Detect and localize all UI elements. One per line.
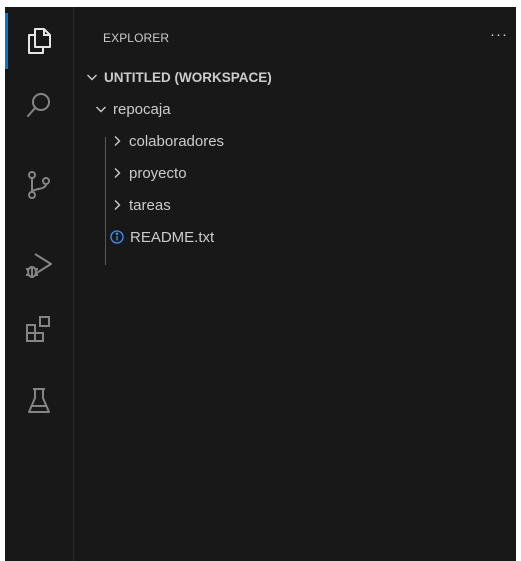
files-icon <box>28 28 51 54</box>
tree-item-label: repocaja <box>113 100 171 118</box>
tree-item-readme[interactable]: README.txt <box>74 221 516 253</box>
vscode-window: EXPLORER ··· UNTITLED (WORKSPACE) repoca… <box>5 7 516 561</box>
run-debug-icon <box>26 253 52 278</box>
extensions-icon <box>26 316 50 342</box>
sidebar-title: EXPLORER <box>103 31 170 45</box>
workspace-label: UNTITLED (WORKSPACE) <box>104 69 272 85</box>
chevron-right-icon <box>114 136 121 146</box>
activity-testing[interactable] <box>5 369 73 433</box>
tree-item-repocaja[interactable]: repocaja <box>74 93 516 125</box>
beaker-icon <box>28 388 50 413</box>
workspace-section-header[interactable]: UNTITLED (WORKSPACE) <box>74 61 516 93</box>
tree-item-tareas[interactable]: tareas <box>74 189 516 221</box>
activity-explorer[interactable] <box>5 9 73 73</box>
activity-extensions[interactable] <box>5 297 73 361</box>
search-icon <box>27 93 50 117</box>
chevron-right-icon <box>114 168 121 178</box>
chevron-down-icon <box>87 74 97 81</box>
tree-item-proyecto[interactable]: proyecto <box>74 157 516 189</box>
activity-bar <box>5 7 74 561</box>
activity-search[interactable] <box>5 73 73 137</box>
chevron-down-icon <box>96 106 106 113</box>
info-icon <box>110 230 124 244</box>
tree-item-label: tareas <box>129 196 171 214</box>
explorer-sidebar: EXPLORER ··· UNTITLED (WORKSPACE) repoca… <box>74 7 516 561</box>
tree-item-label: colaboradores <box>129 132 225 150</box>
more-actions-button[interactable]: ··· <box>486 25 512 47</box>
chevron-right-icon <box>114 200 121 210</box>
sidebar-header: EXPLORER ··· <box>74 7 516 51</box>
tree-item-label: proyecto <box>129 164 187 182</box>
tree-item-label: README.txt <box>130 228 215 246</box>
activity-run-debug[interactable] <box>5 233 73 297</box>
tree-item-colaboradores[interactable]: colaboradores <box>74 125 516 157</box>
activity-source-control[interactable] <box>5 153 73 217</box>
source-control-icon <box>28 171 50 199</box>
